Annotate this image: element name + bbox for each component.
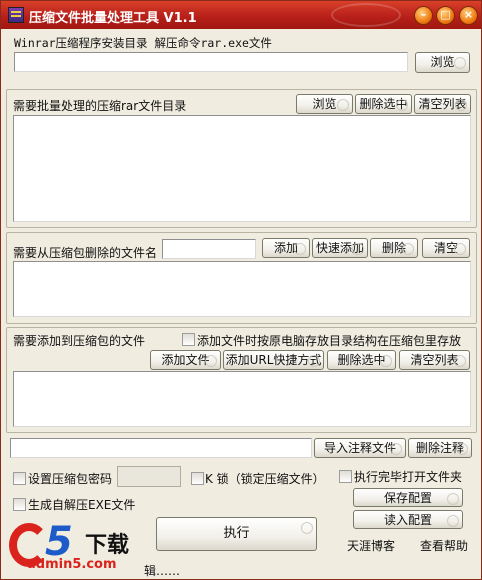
batch-browse-button[interactable]: 浏览 — [296, 94, 353, 114]
winrar-app-icon — [8, 7, 24, 23]
keep-structure-checkbox[interactable] — [182, 333, 195, 346]
a5-watermark-logo: 5 下载 admin5.com — [1, 515, 161, 580]
delete-add-button[interactable]: 添加 — [262, 238, 310, 258]
minimize-button[interactable]: – — [414, 6, 433, 25]
add-url-button[interactable]: 添加URL快捷方式 — [223, 350, 324, 370]
winrar-path-label: Winrar压缩程序安装目录 解压命令rar.exe文件 — [14, 36, 272, 50]
set-password-label: 设置压缩包密码 — [28, 472, 113, 486]
delete-clear-button[interactable]: 清空 — [422, 238, 470, 258]
delete-quick-add-button[interactable]: 快速添加 — [312, 238, 368, 258]
batch-clear-list-button[interactable]: 清空列表 — [414, 94, 471, 114]
delete-filename-input[interactable] — [162, 239, 256, 259]
add-file-button[interactable]: 添加文件 — [150, 350, 221, 370]
batch-delete-selected-button[interactable]: 删除选中 — [355, 94, 412, 114]
main-window: 压缩文件批量处理工具 V1.1 – □ × Winrar压缩程序安装目录 解压命… — [0, 0, 482, 580]
winrar-browse-button[interactable]: 浏览 — [415, 52, 470, 73]
add-files-list[interactable] — [13, 371, 471, 427]
add-delete-selected-button[interactable]: 删除选中 — [327, 350, 396, 370]
set-password-checkbox[interactable] — [13, 472, 26, 485]
self-extract-checkbox[interactable] — [13, 498, 26, 511]
delete-remove-button[interactable]: 删除 — [370, 238, 418, 258]
title-bar[interactable]: 压缩文件批量处理工具 V1.1 – □ × — [1, 1, 481, 29]
k-lock-label: K 锁（锁定压缩文件） — [205, 472, 325, 486]
delete-files-list[interactable] — [13, 261, 471, 317]
execute-button[interactable]: 执行 — [156, 517, 317, 551]
batch-dir-label: 需要批量处理的压缩rar文件目录 — [13, 99, 187, 113]
keep-structure-label: 添加文件时按原电脑存放目录结构在压缩包里存放 — [197, 334, 462, 348]
delete-files-label: 需要从压缩包删除的文件名 — [13, 246, 158, 260]
save-config-button[interactable]: 保存配置 — [353, 488, 463, 507]
open-folder-label: 执行完毕打开文件夹 — [354, 470, 463, 484]
open-folder-checkbox[interactable] — [339, 470, 352, 483]
add-clear-list-button[interactable]: 清空列表 — [399, 350, 470, 370]
self-extract-label: 生成自解压EXE文件 — [28, 498, 136, 512]
window-title: 压缩文件批量处理工具 V1.1 — [29, 11, 197, 26]
delete-comment-button[interactable]: 删除注释 — [408, 438, 472, 458]
password-input[interactable] — [117, 466, 181, 487]
import-comment-button[interactable]: 导入注释文件 — [314, 438, 406, 458]
logo-download-text: 下载 — [85, 533, 130, 558]
k-lock-checkbox[interactable] — [191, 472, 204, 485]
batch-dir-list[interactable] — [13, 115, 471, 222]
logo-url-text: admin5.com — [27, 557, 117, 572]
comment-input[interactable] — [10, 438, 312, 458]
maximize-button[interactable]: □ — [436, 6, 455, 25]
close-button[interactable]: × — [459, 6, 478, 25]
add-files-label: 需要添加到压缩包的文件 — [13, 334, 146, 348]
title-decoration — [331, 3, 401, 27]
help-link[interactable]: 查看帮助 — [420, 537, 468, 554]
winrar-path-input[interactable] — [14, 52, 408, 72]
blog-link[interactable]: 天涯博客 — [347, 537, 395, 554]
load-config-button[interactable]: 读入配置 — [353, 510, 463, 529]
